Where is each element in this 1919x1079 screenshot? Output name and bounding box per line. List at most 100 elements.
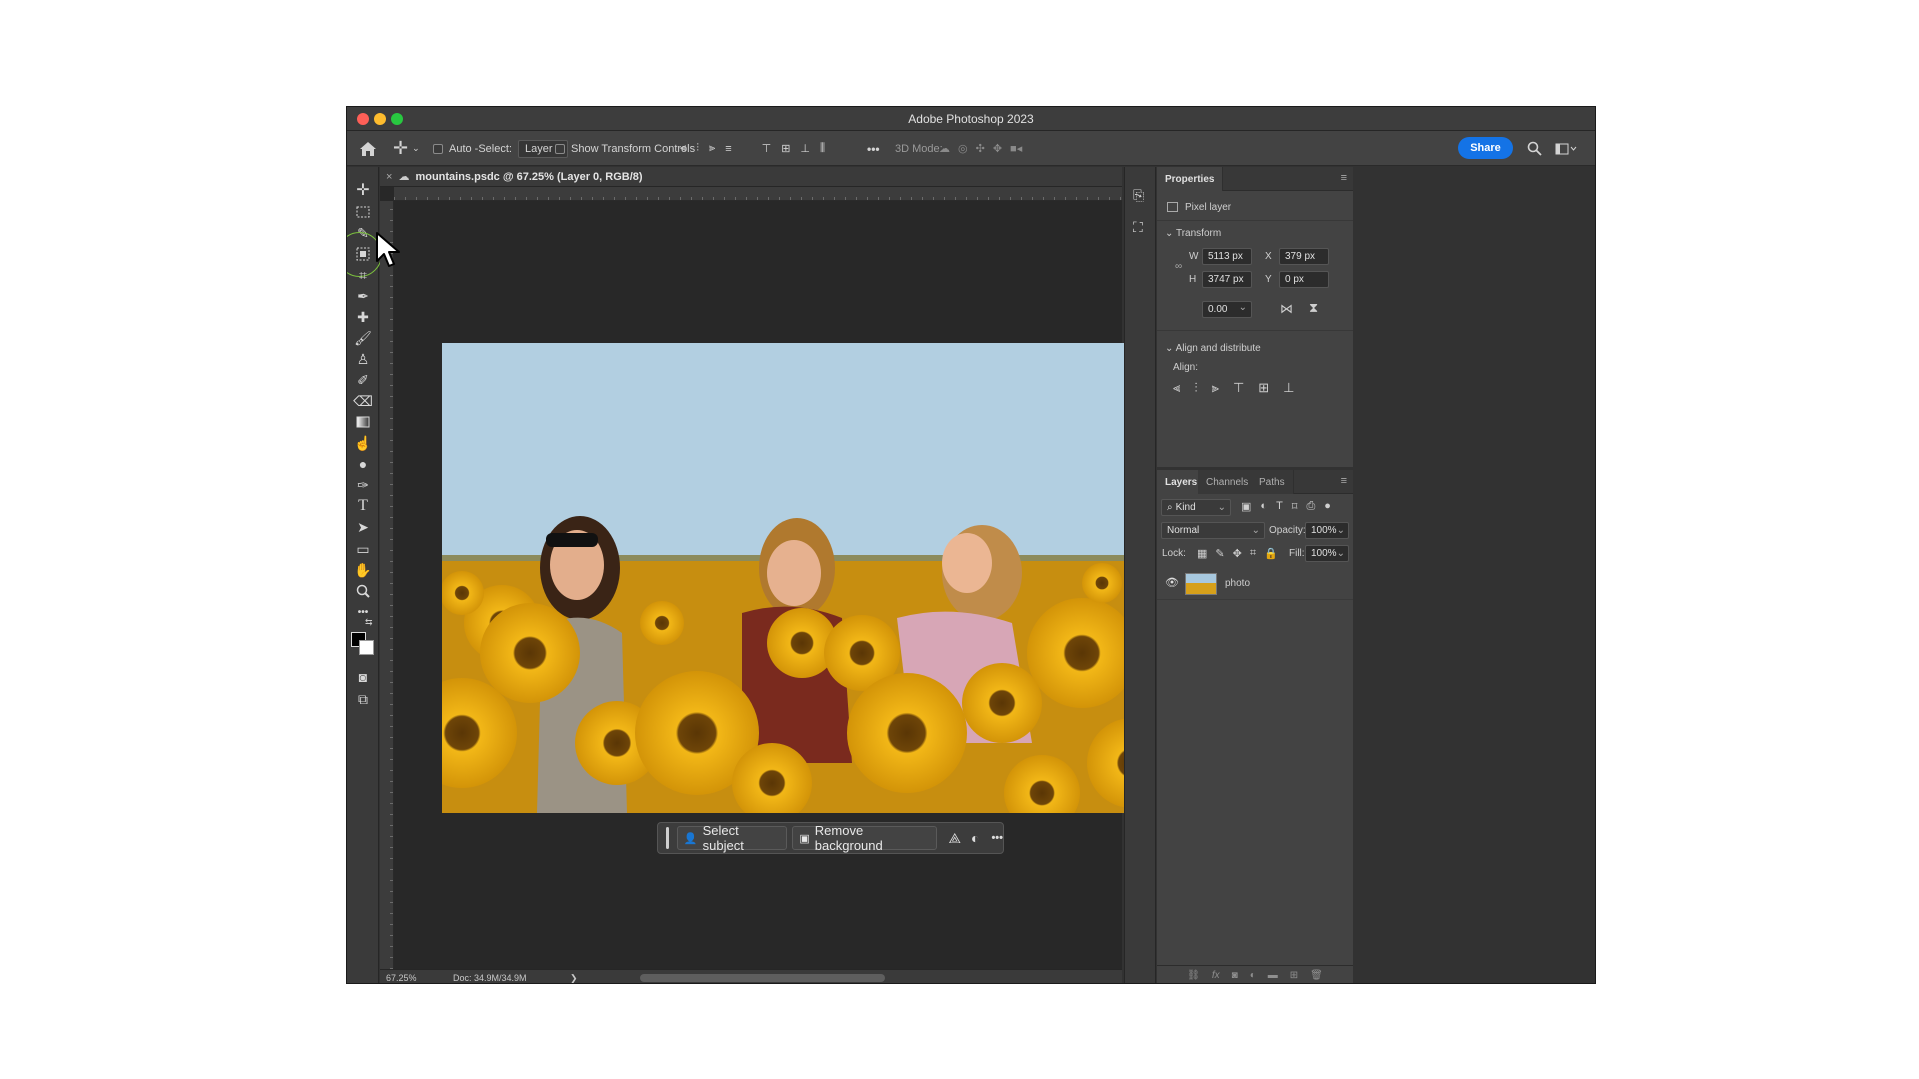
align-left-icon[interactable]: ⫷ bbox=[680, 142, 686, 155]
eyedropper-tool-icon[interactable]: ✒ bbox=[353, 286, 373, 306]
fill-field[interactable]: 100% ⌄ bbox=[1305, 545, 1349, 562]
lock-position-icon[interactable]: ✥ bbox=[1233, 547, 1242, 560]
task-bar-grip[interactable] bbox=[666, 827, 669, 849]
libraries-panel-icon[interactable]: ⛶ bbox=[1133, 219, 1143, 236]
align-center-icon[interactable]: ⫶ bbox=[696, 142, 699, 155]
document-tab[interactable]: × ☁ mountains.psdc @ 67.25% (Layer 0, RG… bbox=[380, 167, 1122, 187]
3d-slide-icon[interactable]: ✥ bbox=[993, 142, 1002, 155]
lock-transparency-icon[interactable]: ▦ bbox=[1197, 547, 1207, 560]
lock-paint-icon[interactable]: ✎ bbox=[1215, 547, 1224, 560]
flip-horizontal-icon[interactable]: ⋈ bbox=[1280, 301, 1293, 317]
move-tool-icon[interactable]: ✛ bbox=[353, 180, 373, 200]
transform-section-label[interactable]: ⌄ Transform bbox=[1165, 228, 1221, 239]
panel-menu-icon[interactable]: ≡ bbox=[1341, 172, 1347, 184]
adjustment-icon[interactable]: ◐ bbox=[971, 830, 979, 846]
close-tab-icon[interactable]: × bbox=[386, 171, 392, 183]
brush-tool-icon[interactable]: 🖌 bbox=[353, 328, 373, 348]
filter-shape-icon[interactable]: ⌑ bbox=[1292, 500, 1298, 513]
remove-background-button[interactable]: ▣ Remove background bbox=[792, 823, 938, 853]
align-right-icon[interactable]: ⫸ bbox=[709, 142, 715, 155]
path-selection-tool-icon[interactable]: ➤ bbox=[353, 517, 373, 537]
transform-selection-icon[interactable]: ⟁ bbox=[948, 830, 961, 847]
lock-artboard-icon[interactable]: ⌗ bbox=[1250, 547, 1256, 560]
y-field[interactable]: 0 px bbox=[1279, 271, 1329, 288]
healing-tool-icon[interactable]: ✚ bbox=[353, 307, 373, 327]
clone-stamp-tool-icon[interactable]: ♙ bbox=[353, 349, 373, 369]
swap-colors-icon[interactable]: ⇆ bbox=[365, 617, 373, 628]
filter-type-icon[interactable]: T bbox=[1276, 500, 1283, 513]
show-transform-checkbox[interactable] bbox=[555, 143, 565, 154]
3d-roll-icon[interactable]: ◎ bbox=[958, 142, 968, 155]
more-options-button[interactable]: ••• bbox=[867, 131, 880, 166]
filter-smart-object-icon[interactable]: ⎙ bbox=[1306, 500, 1315, 513]
tab-paths[interactable]: Paths bbox=[1251, 470, 1294, 494]
blend-mode-dropdown[interactable]: Normal ⌄ bbox=[1161, 522, 1265, 539]
x-field[interactable]: 379 px bbox=[1279, 248, 1329, 265]
lock-all-icon[interactable]: 🔒 bbox=[1264, 547, 1278, 560]
width-field[interactable]: 5113 px bbox=[1202, 248, 1252, 265]
vertical-ruler[interactable] bbox=[380, 201, 394, 969]
screen-mode-icon[interactable]: ⧉ bbox=[353, 689, 373, 709]
new-layer-icon[interactable]: ⊞ bbox=[1290, 970, 1298, 981]
workspace-icon[interactable] bbox=[1555, 131, 1577, 166]
search-icon[interactable] bbox=[1527, 131, 1542, 166]
filter-adjustment-icon[interactable]: ◐ bbox=[1260, 500, 1267, 513]
marquee-tool-icon[interactable] bbox=[353, 202, 373, 222]
distribute-vertical-icon[interactable]: ⫼ bbox=[820, 142, 825, 155]
history-brush-tool-icon[interactable]: ✐ bbox=[353, 370, 373, 390]
quick-mask-icon[interactable]: ◙ bbox=[353, 667, 373, 687]
layer-name[interactable]: photo bbox=[1225, 578, 1250, 589]
panel-align-middle-icon[interactable]: ⊞ bbox=[1258, 380, 1269, 396]
horizontal-ruler[interactable] bbox=[394, 187, 1122, 201]
dodge-tool-icon[interactable]: ● bbox=[353, 454, 373, 474]
tab-channels[interactable]: Channels bbox=[1198, 470, 1258, 494]
panel-align-right-icon[interactable]: ⫸ bbox=[1212, 380, 1219, 396]
more-actions-button[interactable]: ••• bbox=[991, 832, 1003, 844]
horizontal-scrollbar[interactable] bbox=[640, 974, 885, 982]
home-icon[interactable] bbox=[359, 131, 377, 166]
fx-icon[interactable]: fx bbox=[1212, 970, 1220, 981]
flip-vertical-icon[interactable]: ⧗ bbox=[1309, 300, 1318, 316]
3d-camera-icon[interactable]: ■◂ bbox=[1010, 142, 1022, 155]
add-mask-icon[interactable]: ◙ bbox=[1232, 970, 1238, 981]
filter-toggle-icon[interactable]: ● bbox=[1324, 500, 1331, 513]
opacity-field[interactable]: 100% ⌄ bbox=[1305, 522, 1349, 539]
background-color-swatch[interactable] bbox=[359, 640, 374, 655]
history-panel-icon[interactable]: ⎘ bbox=[1133, 187, 1144, 204]
kind-filter-dropdown[interactable]: ⌕ Kind ⌄ bbox=[1161, 499, 1231, 516]
layers-panel-menu-icon[interactable]: ≡ bbox=[1341, 475, 1347, 487]
eraser-tool-icon[interactable]: ⌫ bbox=[353, 391, 373, 411]
visibility-eye-icon[interactable]: 👁 bbox=[1165, 576, 1179, 589]
align-section-toggle[interactable]: ⌄ Align and distribute bbox=[1165, 343, 1261, 354]
zoom-level[interactable]: 67.25% bbox=[386, 973, 417, 983]
align-middle-icon[interactable]: ⊞ bbox=[781, 142, 790, 155]
panel-align-top-icon[interactable]: ⊤ bbox=[1233, 380, 1244, 396]
smudge-tool-icon[interactable]: ☝ bbox=[353, 433, 373, 453]
status-menu-arrow[interactable]: ❯ bbox=[570, 973, 578, 983]
pen-tool-icon[interactable]: ✑ bbox=[353, 475, 373, 495]
hand-tool-icon[interactable]: ✋ bbox=[353, 560, 373, 580]
rectangle-tool-icon[interactable]: ▭ bbox=[353, 539, 373, 559]
align-bottom-icon[interactable]: ⊥ bbox=[800, 142, 810, 155]
align-top-icon[interactable]: ⊤ bbox=[762, 142, 772, 155]
canvas-image[interactable] bbox=[442, 343, 1147, 813]
new-group-icon[interactable]: ▬ bbox=[1268, 970, 1278, 981]
layer-row[interactable]: 👁 photo bbox=[1157, 568, 1353, 600]
delete-layer-icon[interactable]: 🗑 bbox=[1310, 970, 1323, 981]
3d-drag-icon[interactable]: ✣ bbox=[976, 142, 985, 155]
gradient-tool-icon[interactable] bbox=[353, 412, 373, 432]
panel-align-left-icon[interactable]: ⫷ bbox=[1173, 380, 1180, 396]
share-button[interactable]: Share bbox=[1458, 137, 1513, 159]
3d-orbit-icon[interactable]: ☁ bbox=[939, 142, 950, 155]
distribute-icon[interactable]: ≡ bbox=[725, 143, 731, 155]
auto-select-checkbox[interactable] bbox=[433, 143, 443, 154]
link-dimensions-icon[interactable]: ∞ bbox=[1175, 261, 1182, 272]
new-adjustment-icon[interactable]: ◐ bbox=[1250, 970, 1256, 981]
height-field[interactable]: 3747 px bbox=[1202, 271, 1252, 288]
type-tool-icon[interactable]: T bbox=[353, 496, 373, 516]
panel-align-center-icon[interactable]: ⫶ bbox=[1194, 380, 1197, 396]
filter-pixel-icon[interactable]: ▣ bbox=[1241, 500, 1251, 513]
tab-properties[interactable]: Properties bbox=[1157, 167, 1224, 191]
move-tool-preset-icon[interactable]: ✛ ⌄ bbox=[393, 131, 420, 166]
link-layers-icon[interactable]: ⛓ bbox=[1187, 970, 1200, 981]
